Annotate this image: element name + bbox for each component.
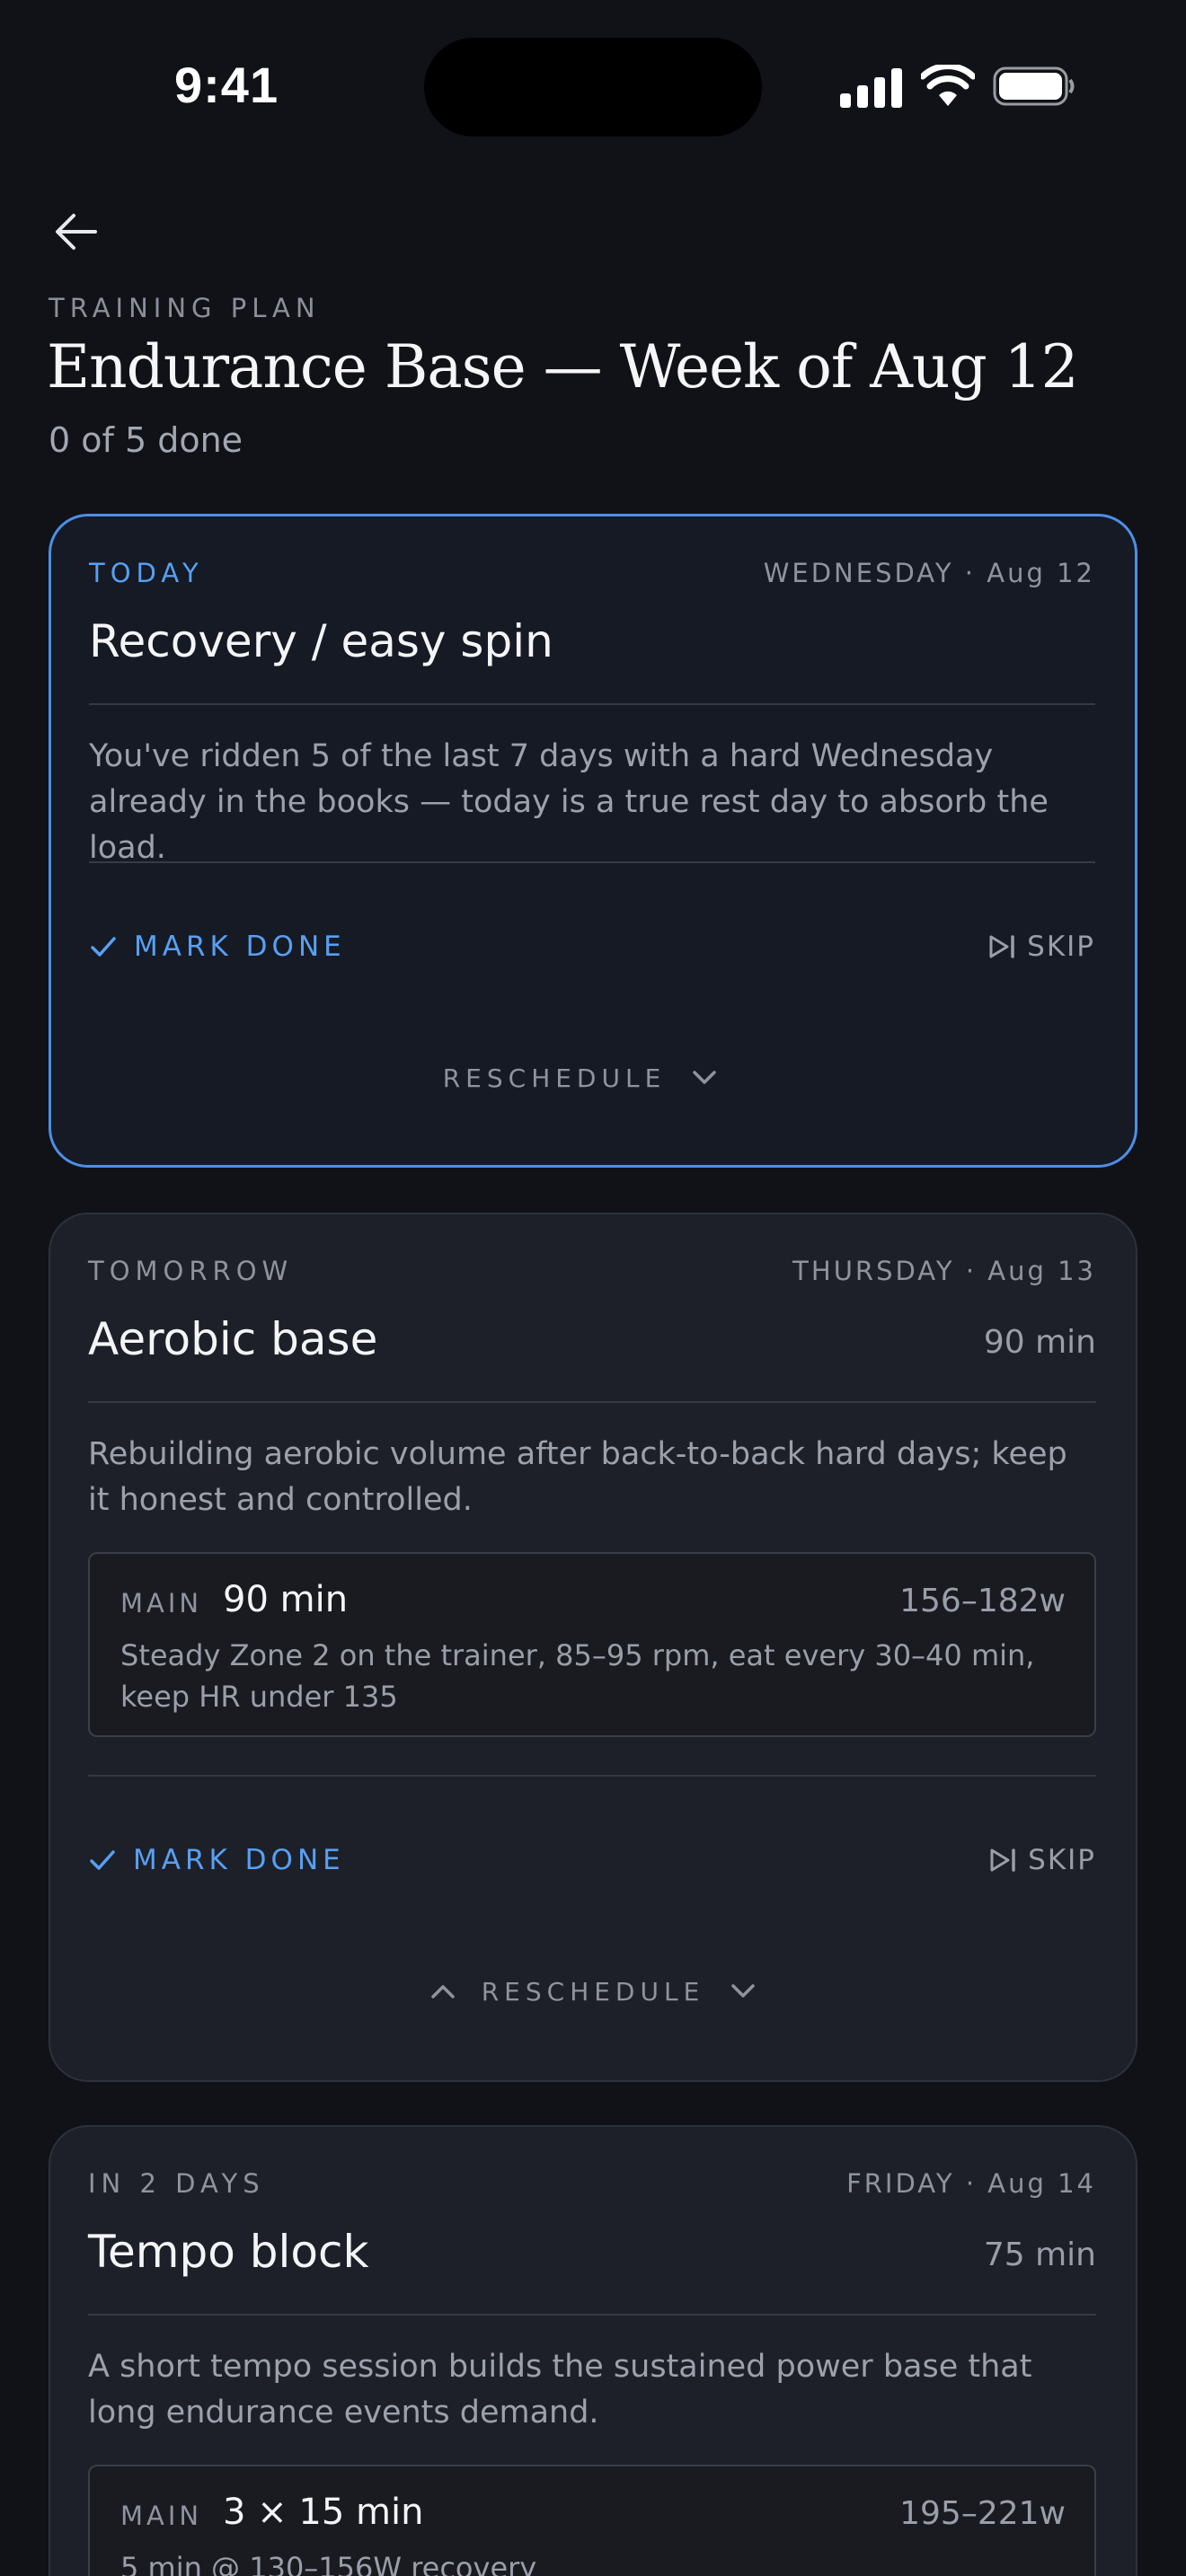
step-description: 5 min @ 130–156W recovery: [120, 2551, 537, 2576]
reschedule-button[interactable]: RESCHEDULE: [50, 1969, 1136, 2014]
page-eyebrow: TRAINING PLAN: [49, 293, 321, 323]
card-relative-day: TODAY: [89, 558, 204, 588]
mark-done-button[interactable]: MARK DONE: [89, 924, 346, 969]
reschedule-label: RESCHEDULE: [481, 1976, 705, 2007]
skip-button[interactable]: SKIP: [987, 924, 1095, 969]
wifi-icon: [921, 65, 975, 106]
step-description: Steady Zone 2 on the trainer, 85–95 rpm,…: [120, 1638, 1035, 1714]
divider: [89, 861, 1095, 863]
skip-forward-icon: [990, 1848, 1015, 1872]
workout-card-tomorrow: TOMORROW THURSDAY · Aug 13 Aerobic base …: [49, 1213, 1137, 2082]
back-button[interactable]: [50, 207, 101, 257]
skip-forward-icon: [989, 935, 1014, 958]
mark-done-label: MARK DONE: [134, 931, 346, 963]
status-bar: 9:41: [0, 0, 1186, 171]
chevron-down-icon: [731, 1984, 756, 1998]
battery-icon: [993, 66, 1075, 106]
chevron-up-icon: [430, 1985, 455, 1998]
divider: [89, 703, 1095, 705]
workout-card-in-2-days: IN 2 DAYS FRIDAY · Aug 14 Tempo block 75…: [49, 2125, 1137, 2576]
mark-done-button[interactable]: MARK DONE: [88, 1838, 345, 1883]
workout-card-today: TODAY WEDNESDAY · Aug 12 Recovery / easy…: [49, 514, 1137, 1168]
cellular-signal-icon: [840, 68, 902, 108]
workout-title: Aerobic base: [88, 1313, 378, 1365]
workout-title: Tempo block: [88, 2226, 369, 2278]
divider: [88, 2314, 1096, 2316]
plan-progress: 0 of 5 done: [49, 420, 243, 460]
skip-label: SKIP: [1027, 931, 1095, 963]
card-relative-day: TOMORROW: [88, 1256, 294, 1286]
divider: [88, 1775, 1096, 1777]
mark-done-label: MARK DONE: [133, 1844, 345, 1876]
step-value: 90 min: [223, 1579, 349, 1620]
workout-step: MAIN 3 × 15 min 195–221w 5 min @ 130–156…: [88, 2465, 1096, 2576]
workout-duration: 90 min: [983, 1324, 1096, 1361]
workout-description: Rebuilding aerobic volume after back-to-…: [88, 1436, 1067, 1518]
step-label: MAIN: [120, 2501, 203, 2531]
card-date: FRIDAY · Aug 14: [846, 2168, 1096, 2199]
step-value: 3 × 15 min: [223, 2492, 424, 2533]
arrow-left-icon: [56, 214, 97, 250]
workout-duration: 75 min: [983, 2236, 1096, 2273]
card-relative-day: IN 2 DAYS: [88, 2168, 265, 2199]
reschedule-button[interactable]: RESCHEDULE: [51, 1055, 1135, 1100]
step-power: 156–182w: [899, 1583, 1066, 1619]
check-icon: [90, 1850, 115, 1870]
workout-description: A short tempo session builds the sustain…: [88, 2349, 1032, 2430]
step-power: 195–221w: [899, 2495, 1066, 2532]
workout-description: You've ridden 5 of the last 7 days with …: [89, 738, 1049, 866]
check-icon: [91, 937, 116, 957]
card-date: THURSDAY · Aug 13: [792, 1256, 1096, 1286]
step-label: MAIN: [120, 1588, 203, 1619]
card-date: WEDNESDAY · Aug 12: [763, 558, 1095, 588]
skip-button[interactable]: SKIP: [988, 1838, 1096, 1883]
divider: [88, 1401, 1096, 1403]
workout-title: Recovery / easy spin: [89, 615, 553, 667]
chevron-down-icon: [693, 1071, 717, 1084]
page-title: Endurance Base — Week of Aug 12: [47, 332, 1079, 401]
status-time: 9:41: [174, 57, 279, 113]
skip-label: SKIP: [1028, 1844, 1096, 1876]
reschedule-label: RESCHEDULE: [442, 1063, 667, 1093]
dynamic-island: [424, 38, 762, 137]
workout-step: MAIN 90 min 156–182w Steady Zone 2 on th…: [88, 1552, 1096, 1737]
